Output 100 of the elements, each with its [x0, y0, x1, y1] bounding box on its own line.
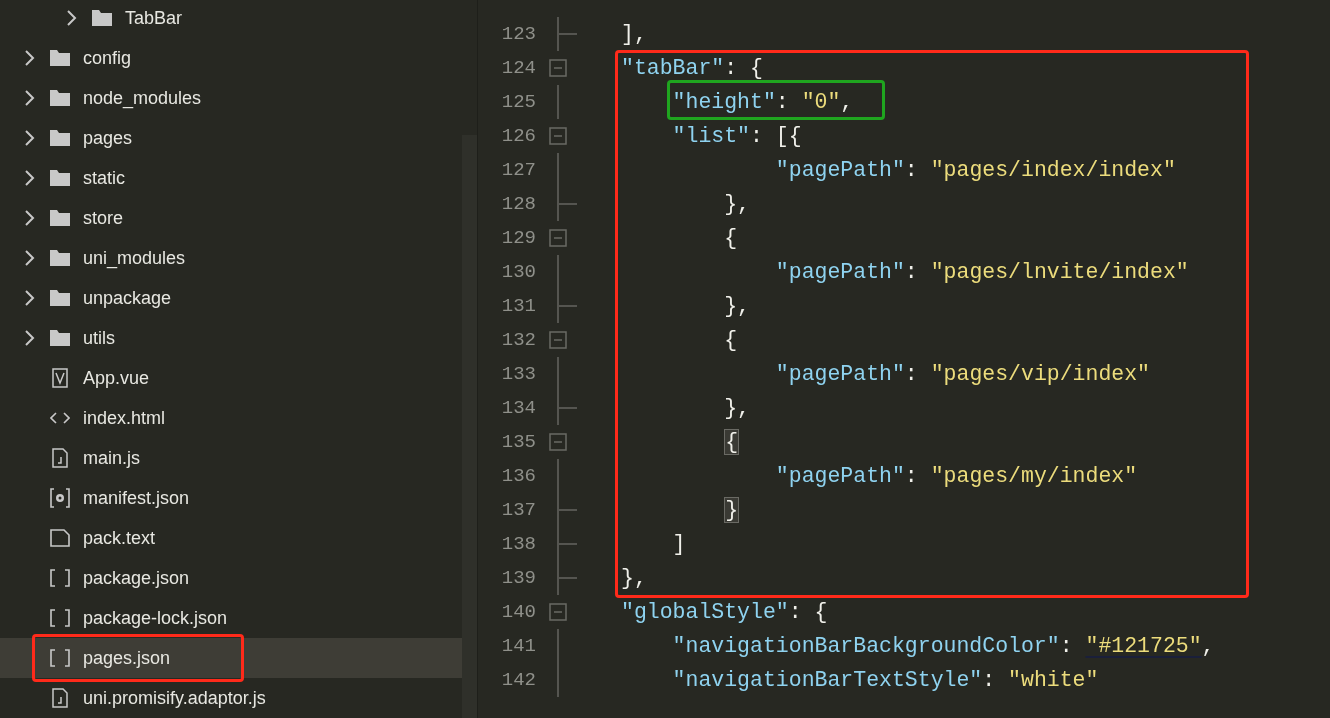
tree-item[interactable]: utils — [0, 318, 462, 358]
line-number: 142 — [500, 667, 536, 693]
line-number: 123 — [500, 21, 536, 47]
code-line: "pagePath": "pages/lnvite/index" — [774, 258, 1189, 286]
chevron-right-icon[interactable] — [25, 210, 35, 226]
file-name: node_modules — [83, 86, 202, 111]
chevron-right-icon[interactable] — [25, 50, 35, 66]
brackets-icon — [50, 649, 70, 667]
file-icon — [52, 448, 68, 468]
line-number: 130 — [500, 259, 536, 285]
tree-item[interactable]: node_modules — [0, 78, 462, 118]
file-name: unpackage — [83, 286, 172, 310]
chevron-right-icon[interactable] — [67, 10, 77, 26]
folder-icon — [50, 330, 70, 346]
file-name: config — [83, 46, 132, 70]
fold-guide-icon — [557, 153, 559, 187]
fold-end-icon — [557, 289, 577, 323]
code-line: }, — [723, 190, 751, 218]
file-name: index.html — [83, 406, 166, 430]
tree-item[interactable]: pages.json — [0, 638, 462, 678]
code-brackets-icon — [50, 412, 70, 424]
file-name: manifest.json — [83, 486, 190, 510]
file-name: uni_modules — [83, 246, 186, 271]
tree-item[interactable]: pages — [0, 118, 462, 158]
line-number: 125 — [500, 89, 536, 115]
line-number: 126 — [500, 123, 536, 149]
code-line: "pagePath": "pages/my/index" — [774, 462, 1138, 490]
fold-toggle-icon[interactable] — [549, 433, 567, 451]
line-number: 134 — [500, 395, 536, 421]
tree-item[interactable]: package-lock.json — [0, 598, 462, 638]
tree-item[interactable]: index.html — [0, 398, 462, 438]
code-line: "height": "0", — [671, 88, 854, 116]
tree-item[interactable]: config — [0, 38, 462, 78]
folder-icon — [50, 170, 70, 186]
line-number: 141 — [500, 633, 536, 659]
line-number: 132 — [500, 327, 536, 353]
fold-guide-icon — [557, 255, 559, 289]
file-icon — [50, 529, 70, 547]
file-icon — [52, 688, 68, 708]
fold-toggle-icon[interactable] — [549, 59, 567, 77]
folder-icon — [50, 130, 70, 146]
fold-guide-icon — [557, 357, 559, 391]
file-name: package-lock.json — [83, 606, 228, 630]
tree-item[interactable]: App.vue — [0, 358, 462, 398]
fold-end-icon — [557, 187, 577, 221]
file-name: store — [83, 206, 124, 230]
code-line: "pagePath": "pages/vip/index" — [774, 360, 1150, 388]
code-line: "navigationBarBackgroundColor": "#121725", — [671, 632, 1215, 660]
chevron-right-icon[interactable] — [25, 170, 35, 186]
tree-item[interactable]: store — [0, 198, 462, 238]
code-line: "globalStyle": { — [621, 598, 828, 626]
tree-item[interactable]: package.json — [0, 558, 462, 598]
chevron-right-icon[interactable] — [25, 330, 35, 346]
code-line: "navigationBarTextStyle": "white" — [671, 666, 1099, 694]
tree-item[interactable]: uni_modules — [0, 238, 462, 278]
fold-toggle-icon[interactable] — [549, 331, 567, 349]
fold-toggle-icon[interactable] — [549, 127, 567, 145]
code-line: }, — [723, 292, 751, 320]
fold-guide-icon — [557, 85, 559, 119]
fold-end-icon — [557, 493, 577, 527]
tree-item[interactable]: manifest.json — [0, 478, 462, 518]
file-name: pack.text — [83, 526, 156, 550]
code-line: { — [723, 326, 738, 354]
tree-item[interactable]: static — [0, 158, 462, 198]
code-line: "tabBar": { — [621, 54, 763, 82]
line-number: 133 — [500, 361, 536, 387]
fold-end-icon — [557, 17, 577, 51]
fold-toggle-icon[interactable] — [549, 229, 567, 247]
file-name: pages.json — [83, 646, 171, 670]
line-number: 138 — [500, 531, 536, 557]
code-line: "list": [{ — [671, 122, 802, 150]
tree-item[interactable]: uni.promisify.adaptor.js — [0, 678, 462, 718]
settings-icon — [50, 488, 70, 508]
line-number: 135 — [500, 429, 536, 455]
code-line: ] — [671, 530, 686, 558]
file-v-icon — [52, 368, 68, 388]
chevron-right-icon[interactable] — [25, 90, 35, 106]
line-number: 136 — [500, 463, 536, 489]
code-line: }, — [621, 564, 647, 592]
tree-item[interactable]: TabBar — [0, 0, 462, 38]
tree-item[interactable]: pack.text — [0, 518, 462, 558]
file-name: package.json — [83, 566, 190, 590]
brackets-icon — [50, 569, 70, 587]
code-line: ], — [621, 20, 647, 48]
chevron-right-icon[interactable] — [25, 130, 35, 146]
fold-toggle-icon[interactable] — [549, 603, 567, 621]
line-number: 131 — [500, 293, 536, 319]
file-name: pages — [83, 126, 133, 150]
chevron-right-icon[interactable] — [25, 250, 35, 266]
file-name: uni.promisify.adaptor.js — [83, 686, 266, 710]
brackets-icon — [50, 609, 70, 627]
tree-item[interactable]: main.js — [0, 438, 462, 478]
code-line: "pagePath": "pages/index/index" — [774, 156, 1176, 184]
file-name: utils — [83, 326, 115, 350]
chevron-right-icon[interactable] — [25, 290, 35, 306]
line-number: 128 — [500, 191, 536, 217]
code-line: { — [723, 224, 738, 252]
line-number: 140 — [500, 599, 536, 625]
fold-end-icon — [557, 561, 577, 595]
tree-item[interactable]: unpackage — [0, 278, 462, 318]
